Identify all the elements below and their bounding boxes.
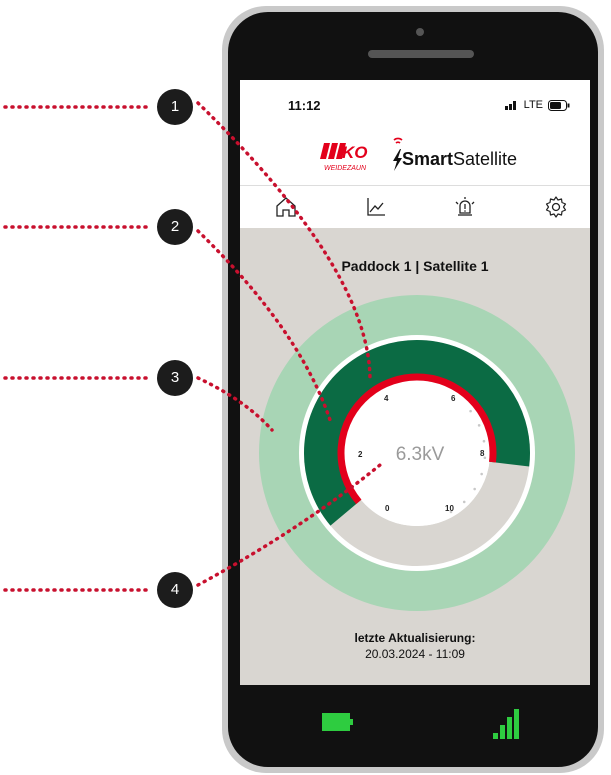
callout-4: 4	[157, 572, 193, 608]
callout-3: 3	[157, 360, 193, 396]
callout-2: 2	[157, 209, 193, 245]
callout-lines	[3, 101, 382, 592]
callout-1: 1	[157, 89, 193, 125]
